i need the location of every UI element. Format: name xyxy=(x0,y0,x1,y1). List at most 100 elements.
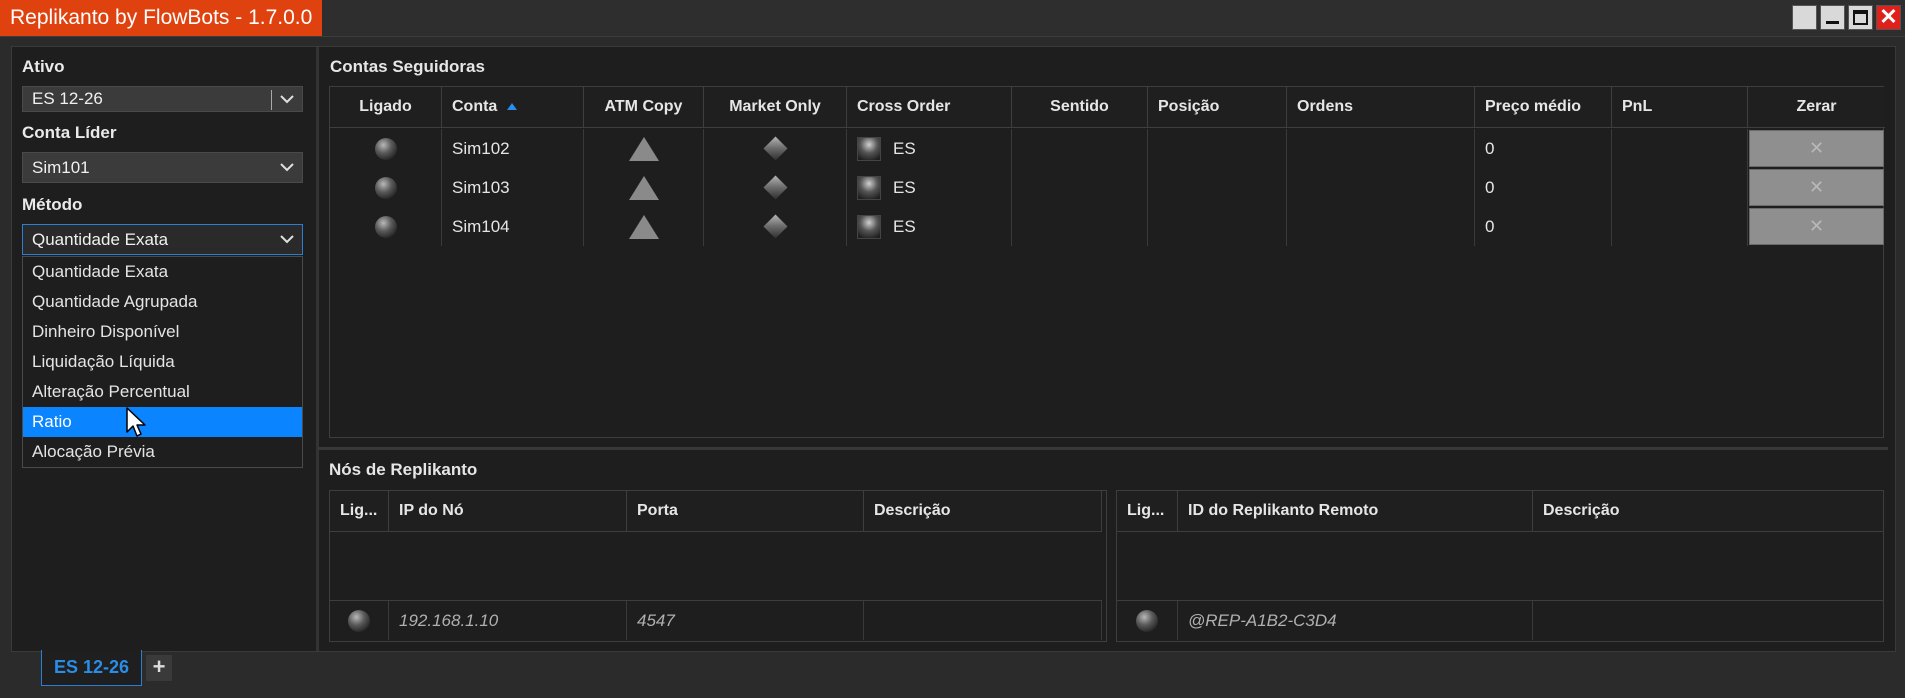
descricao-input[interactable] xyxy=(1533,601,1883,640)
nodes-title: Nós de Replikanto xyxy=(329,460,478,479)
col-ligado-short[interactable]: Lig... xyxy=(330,491,389,531)
close-icon[interactable]: ✕ xyxy=(1876,5,1901,30)
cross-order-cell[interactable]: ES xyxy=(847,207,1012,246)
zerar-button[interactable]: ✕ xyxy=(1749,208,1884,245)
ordens-cell xyxy=(1287,168,1475,207)
triangle-icon[interactable] xyxy=(628,175,659,200)
col-ligado[interactable]: Ligado xyxy=(330,87,442,127)
window-title: Replikanto by FlowBots - 1.7.0.0 xyxy=(0,0,323,36)
preco-medio-cell: 0 xyxy=(1475,168,1612,207)
conta-cell: Sim102 xyxy=(442,129,584,168)
followers-header: Ligado Conta ATM Copy Market Only Cross … xyxy=(330,87,1885,128)
ativo-combobox[interactable]: ES 12-26 xyxy=(22,86,303,112)
metodo-select[interactable]: Quantidade Exata xyxy=(22,224,303,255)
conta-cell: Sim104 xyxy=(442,207,584,246)
window-controls: ✕ xyxy=(1792,5,1901,30)
new-node-row[interactable]: 192.168.1.10 4547 xyxy=(330,600,1102,640)
col-ip-no[interactable]: IP do Nó xyxy=(389,491,627,531)
restore-icon[interactable] xyxy=(1792,5,1817,30)
diamond-icon[interactable] xyxy=(762,214,788,239)
metodo-option[interactable]: Alteração Percentual xyxy=(23,377,302,407)
sentido-cell xyxy=(1012,207,1148,246)
conta-lider-value: Sim101 xyxy=(32,158,90,177)
square-toggle-icon[interactable] xyxy=(857,175,881,200)
market-only-cell[interactable] xyxy=(704,129,847,168)
zerar-cell: ✕ xyxy=(1748,207,1885,246)
market-only-cell[interactable] xyxy=(704,168,847,207)
metodo-option[interactable]: Alocação Prévia xyxy=(23,437,302,467)
col-conta-label: Conta xyxy=(452,98,498,115)
preco-medio-cell: 0 xyxy=(1475,207,1612,246)
col-ligado-short[interactable]: Lig... xyxy=(1117,491,1178,531)
atm-copy-cell[interactable] xyxy=(584,207,704,246)
col-id-remoto[interactable]: ID do Replikanto Remoto xyxy=(1178,491,1533,531)
status-sphere-icon[interactable] xyxy=(374,176,397,199)
zerar-button[interactable]: ✕ xyxy=(1749,130,1884,167)
chevron-down-icon xyxy=(272,225,302,254)
col-zerar[interactable]: Zerar xyxy=(1748,87,1885,127)
col-pnl[interactable]: PnL xyxy=(1612,87,1748,127)
descricao-input[interactable] xyxy=(864,601,1102,640)
table-row[interactable]: Sim102 ES 0 ✕ xyxy=(330,129,1885,168)
col-sentido[interactable]: Sentido xyxy=(1012,87,1148,127)
diamond-icon[interactable] xyxy=(762,175,788,200)
zerar-cell: ✕ xyxy=(1748,129,1885,168)
sort-asc-icon xyxy=(507,103,518,110)
col-ordens[interactable]: Ordens xyxy=(1287,87,1475,127)
atm-copy-cell[interactable] xyxy=(584,129,704,168)
col-preco-medio[interactable]: Preço médio xyxy=(1475,87,1612,127)
remote-id-input[interactable]: @REP-A1B2-C3D4 xyxy=(1178,601,1533,640)
maximize-icon[interactable] xyxy=(1848,5,1873,30)
square-toggle-icon[interactable] xyxy=(857,136,881,161)
metodo-option[interactable]: Liquidação Líquida xyxy=(23,347,302,377)
chevron-down-icon xyxy=(272,153,302,182)
cross-order-value: ES xyxy=(893,178,916,197)
new-remote-row[interactable]: @REP-A1B2-C3D4 xyxy=(1117,600,1883,640)
col-atm-copy[interactable]: ATM Copy xyxy=(584,87,704,127)
metodo-option[interactable]: Quantidade Exata xyxy=(23,257,302,287)
ip-input[interactable]: 192.168.1.10 xyxy=(389,601,627,640)
horizontal-splitter[interactable] xyxy=(318,447,1888,450)
status-sphere-icon[interactable] xyxy=(374,215,397,238)
tab-es-12-26[interactable]: ES 12-26 xyxy=(41,650,142,686)
conta-lider-select[interactable]: Sim101 xyxy=(22,152,303,183)
table-row[interactable]: Sim103 ES 0 ✕ xyxy=(330,168,1885,207)
col-posicao[interactable]: Posição xyxy=(1148,87,1287,127)
metodo-option[interactable]: Quantidade Agrupada xyxy=(23,287,302,317)
col-conta[interactable]: Conta xyxy=(442,87,584,127)
ligado-cell[interactable] xyxy=(330,601,389,640)
minimize-icon[interactable] xyxy=(1820,5,1845,30)
metodo-option-highlighted[interactable]: Ratio xyxy=(23,407,302,437)
followers-title: Contas Seguidoras xyxy=(330,57,485,76)
add-tab-button[interactable]: + xyxy=(146,655,172,681)
cross-order-cell[interactable]: ES xyxy=(847,129,1012,168)
triangle-icon[interactable] xyxy=(628,214,659,239)
status-sphere-icon[interactable] xyxy=(374,137,397,160)
col-market-only[interactable]: Market Only xyxy=(704,87,847,127)
ligado-cell[interactable] xyxy=(1117,601,1178,640)
col-cross-order[interactable]: Cross Order xyxy=(847,87,1012,127)
col-porta[interactable]: Porta xyxy=(627,491,864,531)
status-sphere-icon[interactable] xyxy=(1136,609,1158,632)
ligado-cell[interactable] xyxy=(330,129,442,168)
zerar-button[interactable]: ✕ xyxy=(1749,169,1884,206)
triangle-icon[interactable] xyxy=(628,136,659,161)
col-descricao[interactable]: Descrição xyxy=(864,491,1102,531)
status-sphere-icon[interactable] xyxy=(348,609,370,632)
chevron-down-icon[interactable] xyxy=(272,87,302,111)
remote-nodes-header: Lig... ID do Replikanto Remoto Descrição xyxy=(1117,491,1883,532)
local-nodes-grid: Lig... IP do Nó Porta Descrição 192.168.… xyxy=(329,490,1107,642)
porta-input[interactable]: 4547 xyxy=(627,601,864,640)
market-only-cell[interactable] xyxy=(704,207,847,246)
table-row[interactable]: Sim104 ES 0 ✕ xyxy=(330,207,1885,246)
metodo-option[interactable]: Dinheiro Disponível xyxy=(23,317,302,347)
col-descricao[interactable]: Descrição xyxy=(1533,491,1883,531)
square-toggle-icon[interactable] xyxy=(857,214,881,239)
cross-order-value: ES xyxy=(893,139,916,158)
diamond-icon[interactable] xyxy=(762,136,788,161)
posicao-cell xyxy=(1148,168,1287,207)
ligado-cell[interactable] xyxy=(330,168,442,207)
ligado-cell[interactable] xyxy=(330,207,442,246)
atm-copy-cell[interactable] xyxy=(584,168,704,207)
cross-order-cell[interactable]: ES xyxy=(847,168,1012,207)
